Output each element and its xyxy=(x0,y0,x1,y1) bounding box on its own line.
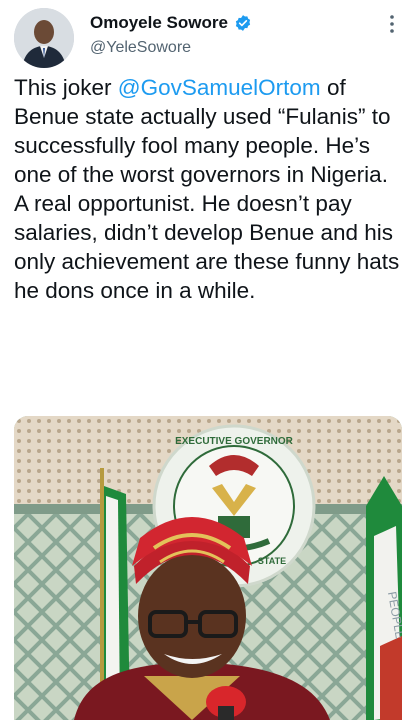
mention-link[interactable]: @GovSamuelOrtom xyxy=(118,75,321,100)
tweet-text-rest: of Benue state actually used “Fulanis” t… xyxy=(14,75,400,303)
tweet-text: This joker @GovSamuelOrtom of Benue stat… xyxy=(14,73,406,305)
nigeria-flag-right: PEOPLE xyxy=(366,476,402,720)
seal-text-bottom: STATE xyxy=(258,556,286,566)
author-display-name[interactable]: Omoyele Sowore xyxy=(90,13,228,33)
tweet-text-start: This joker xyxy=(14,75,118,100)
author-handle[interactable]: @YeleSowore xyxy=(90,39,191,57)
avatar-image xyxy=(14,8,74,68)
photo-scene: EXECUTIVE GOVERNOR STATE PEOPLE xyxy=(14,416,402,720)
tweet-media-photo[interactable]: EXECUTIVE GOVERNOR STATE PEOPLE xyxy=(14,416,402,720)
author-name-row: Omoyele Sowore xyxy=(90,13,252,33)
avatar[interactable] xyxy=(14,8,74,68)
more-options-icon[interactable] xyxy=(384,12,400,36)
verified-badge-icon xyxy=(234,14,252,32)
tweet-header: Omoyele Sowore @YeleSowore xyxy=(0,0,416,68)
seal-text-top: EXECUTIVE GOVERNOR xyxy=(175,436,294,447)
